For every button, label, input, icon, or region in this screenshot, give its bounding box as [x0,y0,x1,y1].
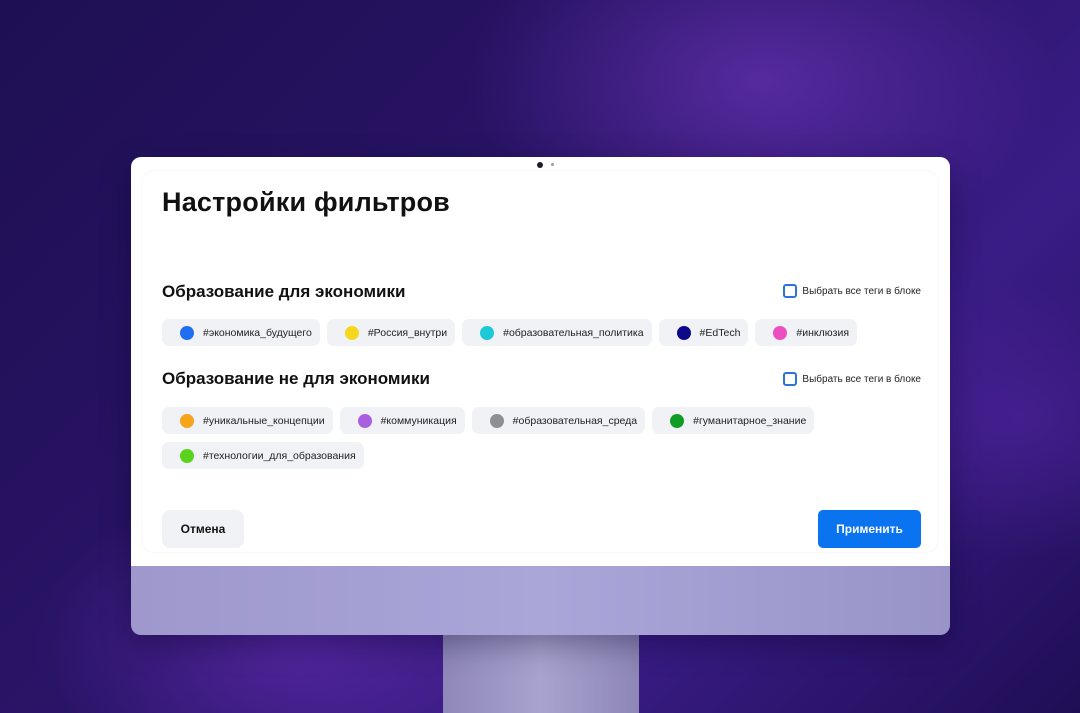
block-title-non-economy: Образование не для экономики [162,369,430,388]
monitor-stand [443,630,639,713]
tag-item[interactable]: #экономика_будущего [162,319,320,346]
cancel-button[interactable]: Отмена [162,510,244,548]
tag-row-non-economy: #уникальные_концепции #коммуникация #обр… [162,407,815,434]
filter-settings-dialog: Настройки фильтров Образование для эконо… [142,171,938,552]
monitor: Настройки фильтров Образование для эконо… [131,157,950,635]
color-dot-icon [489,413,504,428]
tag-label: #уникальные_концепции [203,414,325,427]
tag-item[interactable]: #уникальные_концепции [162,407,333,434]
tag-item[interactable]: #технологии_для_образования [162,442,364,469]
tag-label: #EdTech [699,326,741,339]
color-dot-icon [344,325,359,340]
tag-item[interactable]: #образовательная_среда [471,407,646,434]
tag-label: #гуманитарное_знание [693,414,807,427]
checkbox[interactable] [783,284,798,298]
color-dot-icon [480,325,495,340]
monitor-chin [131,566,950,635]
color-dot-icon [180,413,194,428]
select-all-non-economy[interactable]: Выбрать все теги в блоке [783,372,921,386]
tag-row-non-economy-2: #технологии_для_образования [162,442,364,469]
block-title-economy: Образование для экономики [162,282,406,301]
tag-label: #Россия_внутри [367,326,448,339]
color-dot-icon [357,413,372,428]
sensor-icon [551,163,554,166]
tag-label: #экономика_будущего [203,326,312,339]
tag-row-economy: #экономика_будущего #Россия_внутри #обра… [162,319,858,346]
tag-item[interactable]: #коммуникация [339,407,465,434]
apply-button[interactable]: Применить [818,510,921,548]
color-dot-icon [670,413,685,428]
color-dot-icon [773,325,788,340]
color-dot-icon [180,325,194,340]
tag-item[interactable]: #EdTech [658,319,749,346]
tag-label: #технологии_для_образования [203,449,356,462]
tag-label: #образовательная_политика [503,326,644,339]
select-all-economy[interactable]: Выбрать все теги в блоке [783,284,921,298]
checkbox[interactable] [783,372,798,386]
select-all-label: Выбрать все теги в блоке [802,285,921,297]
select-all-label: Выбрать все теги в блоке [802,373,921,385]
tag-label: #образовательная_среда [512,414,638,427]
tag-item[interactable]: #инклюзия [755,319,858,346]
screen: Настройки фильтров Образование для эконо… [131,157,950,566]
tag-label: #коммуникация [380,414,457,427]
tag-item[interactable]: #образовательная_политика [462,319,652,346]
tag-item[interactable]: #гуманитарное_знание [652,407,815,434]
tag-label: #инклюзия [796,326,850,339]
tag-item[interactable]: #Россия_внутри [326,319,456,346]
color-dot-icon [180,448,194,463]
color-dot-icon [676,325,691,340]
dialog-title: Настройки фильтров [162,187,450,217]
camera-icon [537,162,543,168]
